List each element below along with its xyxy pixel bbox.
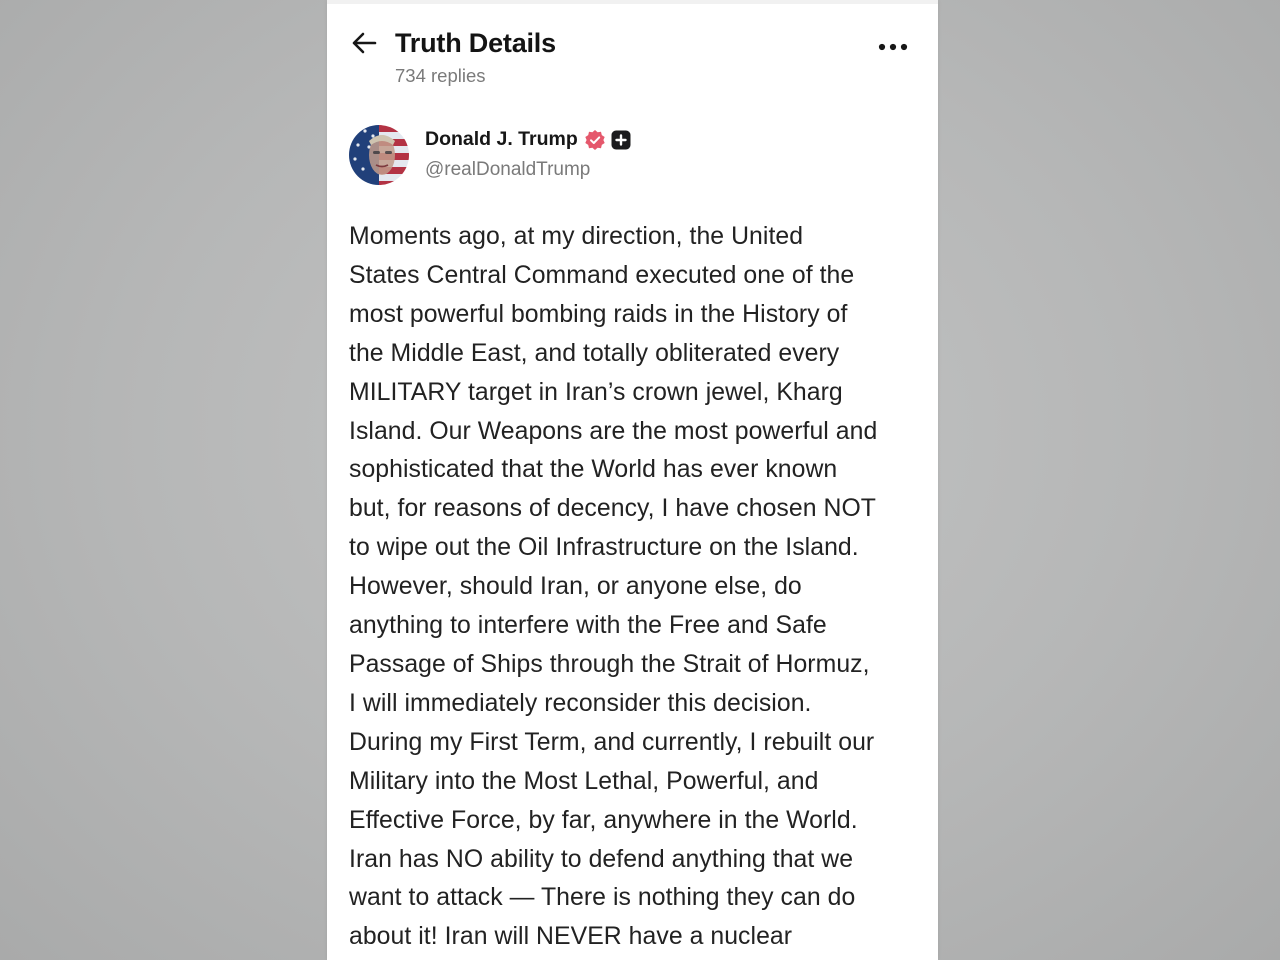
post-text-line: Island. Our Weapons are the most powerfu… bbox=[349, 417, 878, 445]
post-text-line: but, for reasons of decency, I have chos… bbox=[349, 495, 876, 523]
post-text-line: States Central Command executed one of t… bbox=[349, 261, 855, 289]
post-text-line: I will immediately reconsider this decis… bbox=[349, 689, 812, 717]
post-text-line: Effective Force, by far, anywhere in the… bbox=[349, 806, 858, 834]
post-text-line: sophisticated that the World has ever kn… bbox=[349, 456, 838, 484]
post-text-line: Passage of Ships through the Strait of H… bbox=[349, 650, 870, 678]
post-text-line: about it! Iran will NEVER have a nuclear bbox=[349, 923, 793, 951]
post-text-line: During my First Term, and currently, I r… bbox=[349, 728, 875, 756]
arrow-left-icon bbox=[351, 31, 377, 60]
post-text-line: Moments ago, at my direction, the United bbox=[349, 223, 804, 250]
post-text-line: to wipe out the Oil Infrastructure on th… bbox=[349, 534, 859, 562]
author-name-row: Donald J. Trump bbox=[425, 128, 632, 151]
verified-badge-icon bbox=[584, 129, 606, 151]
reply-count: 734 replies bbox=[395, 65, 486, 86]
post-text-line: the Middle East, and totally obliterated… bbox=[349, 339, 840, 367]
post-text-line: Military into the Most Lethal, Powerful,… bbox=[349, 767, 819, 795]
post-text: Moments ago, at my direction, the United… bbox=[349, 218, 917, 957]
post-text-line: MILITARY target in Iran’s crown jewel, K… bbox=[349, 378, 843, 406]
post-detail-header: Truth Details 734 replies bbox=[327, 0, 938, 100]
avatar[interactable] bbox=[349, 125, 409, 185]
author-handle[interactable]: @realDonaldTrump bbox=[425, 159, 590, 181]
post-author: Donald J. Trump @realDonaldTrump bbox=[347, 124, 907, 186]
plus-badge-icon bbox=[610, 129, 632, 151]
back-button[interactable] bbox=[349, 30, 379, 60]
page-title: Truth Details bbox=[395, 28, 556, 58]
author-name[interactable]: Donald J. Trump bbox=[425, 128, 578, 151]
post-detail-screen: Truth Details 734 replies Donald J. Trum… bbox=[327, 0, 938, 960]
post-text-line: However, should Iran, or anyone else, do bbox=[349, 573, 802, 601]
post-text-line: most powerful bombing raids in the Histo… bbox=[349, 300, 848, 328]
more-options-button[interactable] bbox=[876, 34, 910, 60]
more-horizontal-icon bbox=[878, 38, 908, 56]
post-text-line: Iran has NO ability to defend anything t… bbox=[349, 845, 854, 873]
post-text-line: anything to interfere with the Free and … bbox=[349, 612, 827, 640]
flag-portrait-avatar bbox=[349, 125, 409, 185]
post-text-line: want to attack — There is nothing they c… bbox=[349, 884, 856, 912]
